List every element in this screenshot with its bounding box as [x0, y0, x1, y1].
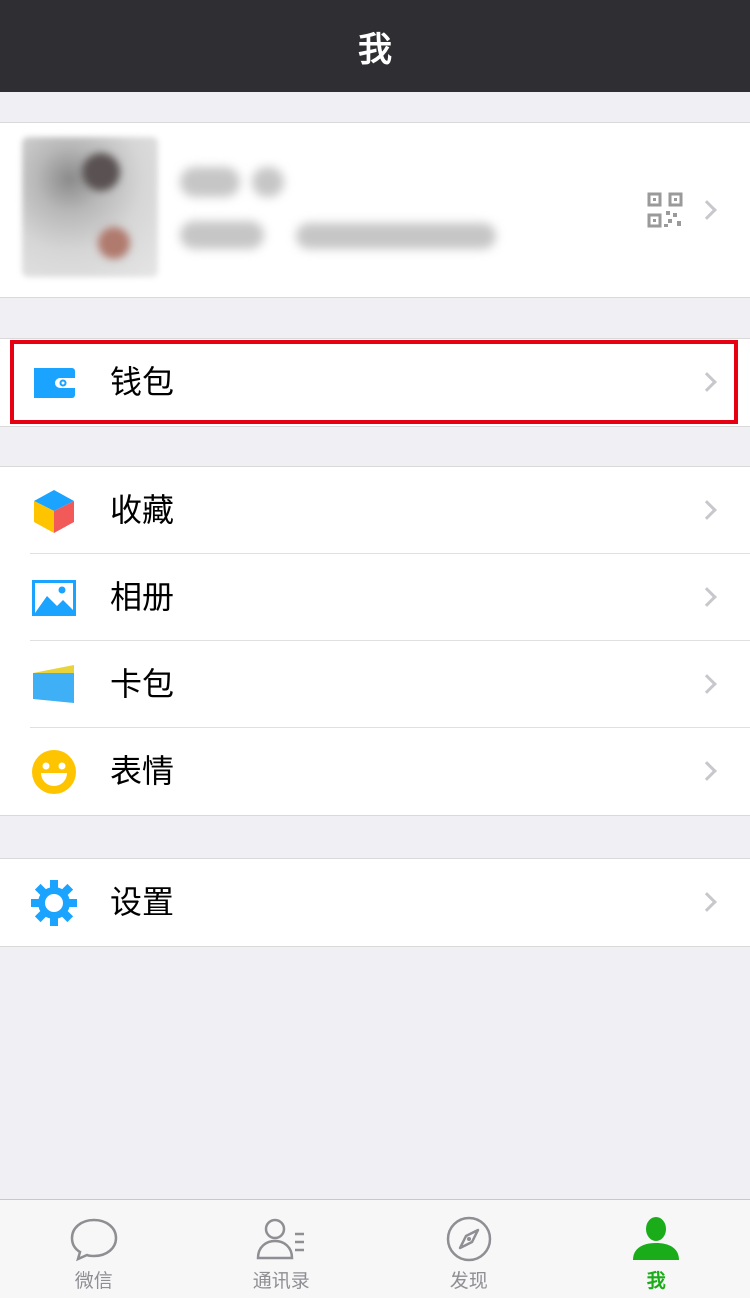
me-page: 我 钱包 收藏 相册 卡包 表情 设置 微信 通讯录 发现 我: [0, 0, 750, 1298]
person-icon: [633, 1217, 680, 1260]
avatar-detail: [98, 227, 130, 259]
chevron-right-icon: [697, 500, 717, 520]
qr-code-icon[interactable]: [646, 191, 684, 229]
page-title: 我: [358, 29, 392, 70]
contacts-icon: [256, 1218, 305, 1260]
menu-item-cards[interactable]: 卡包: [0, 640, 750, 728]
smile-icon: [32, 750, 76, 794]
menu-item-favorites[interactable]: 收藏: [0, 467, 750, 554]
menu-item-label: 卡包: [110, 665, 175, 703]
profile-id-blurred: [180, 221, 264, 249]
compass-icon: [446, 1216, 491, 1262]
avatar-detail: [82, 153, 120, 191]
menu-item-label: 表情: [110, 752, 175, 790]
tab-me[interactable]: 我: [563, 1200, 750, 1298]
chevron-right-icon: [697, 761, 717, 781]
content-group: 收藏 相册 卡包 表情: [0, 466, 750, 816]
chevron-right-icon: [697, 200, 717, 220]
tab-label: 我: [646, 1270, 666, 1292]
tab-chats[interactable]: 微信: [0, 1200, 188, 1298]
tab-label: 通讯录: [252, 1270, 310, 1292]
menu-item-wallet[interactable]: 钱包: [0, 339, 750, 426]
bottom-tab-bar: 微信 通讯录 发现 我: [0, 1199, 750, 1298]
chevron-right-icon: [697, 674, 717, 694]
profile-name-blurred: [180, 167, 240, 197]
chat-bubble-icon: [70, 1218, 118, 1262]
menu-item-settings[interactable]: 设置: [0, 859, 750, 946]
profile-card[interactable]: [0, 122, 750, 298]
menu-item-label: 设置: [110, 883, 175, 921]
tab-discover[interactable]: 发现: [375, 1200, 563, 1298]
chevron-right-icon: [697, 587, 717, 607]
menu-item-label: 收藏: [110, 491, 175, 529]
photo-icon: [32, 580, 76, 616]
profile-id-blurred: [296, 223, 496, 249]
tab-label: 发现: [449, 1270, 488, 1292]
cube-icon: [34, 490, 74, 533]
profile-name-blurred: [252, 167, 284, 197]
settings-group: 设置: [0, 858, 750, 947]
chevron-right-icon: [697, 372, 717, 392]
menu-item-label: 钱包: [110, 363, 175, 401]
chevron-right-icon: [697, 892, 717, 912]
gear-icon: [31, 880, 77, 926]
card-wallet-icon: [33, 665, 74, 703]
wallet-icon: [34, 368, 75, 398]
tab-label: 微信: [74, 1270, 113, 1292]
menu-item-album[interactable]: 相册: [0, 553, 750, 641]
nav-header: 我: [0, 0, 750, 92]
wallet-group: 钱包: [0, 338, 750, 427]
menu-item-label: 相册: [110, 578, 175, 616]
tab-contacts[interactable]: 通讯录: [188, 1200, 376, 1298]
menu-item-stickers[interactable]: 表情: [0, 727, 750, 815]
